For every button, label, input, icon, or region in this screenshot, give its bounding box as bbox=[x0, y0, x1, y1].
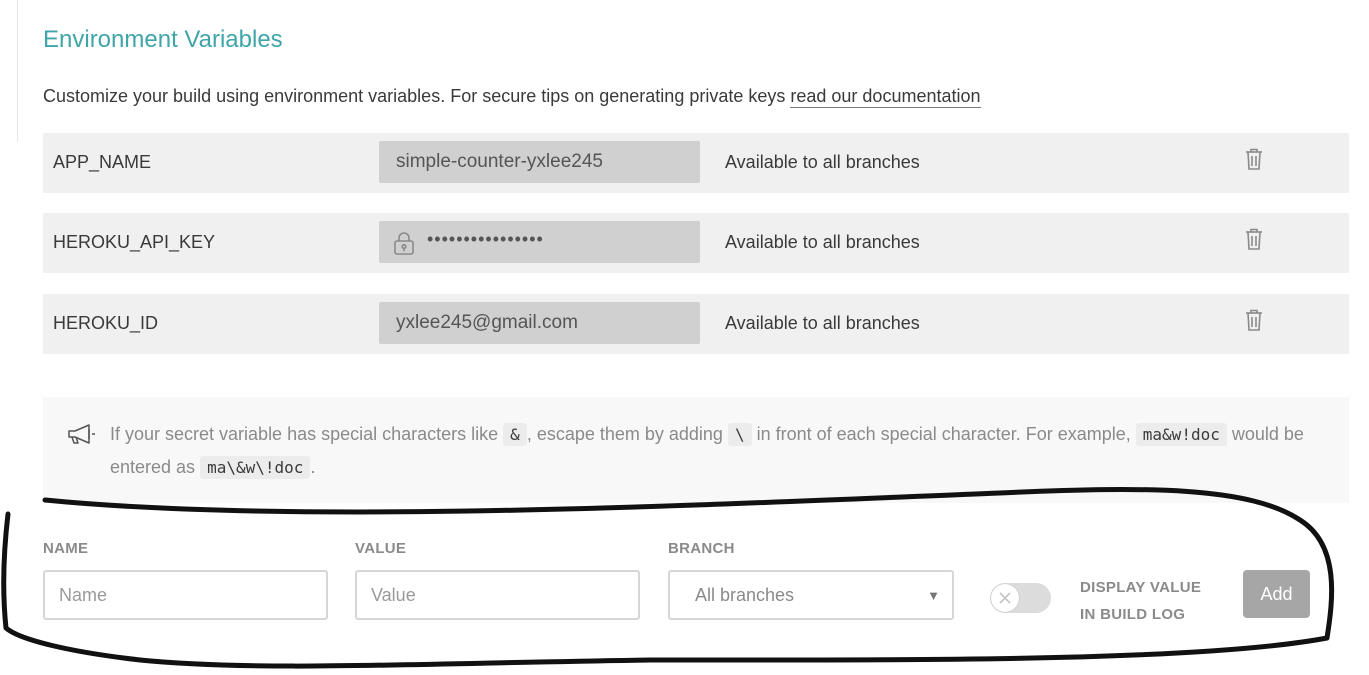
name-label: NAME bbox=[43, 540, 89, 557]
branch-select[interactable]: All branches ▼ bbox=[668, 570, 954, 620]
megaphone-icon bbox=[67, 423, 97, 445]
display-label-line1: DISPLAY VALUE bbox=[1080, 579, 1202, 596]
value-label: VALUE bbox=[355, 540, 407, 557]
env-var-value: simple-counter-yxlee245 bbox=[379, 141, 700, 183]
section-description: Customize your build using environment v… bbox=[43, 86, 981, 108]
env-var-row: HEROKU_API_KEY •••••••••••••••• Availabl… bbox=[43, 213, 1349, 273]
env-var-name: HEROKU_ID bbox=[53, 313, 159, 333]
notice-text: If your secret variable has special char… bbox=[110, 418, 1330, 484]
env-var-branch: Available to all branches bbox=[725, 152, 920, 172]
section-title: Environment Variables bbox=[43, 26, 283, 53]
display-value-label: DISPLAY VALUE IN BUILD LOG bbox=[1080, 574, 1201, 628]
lock-icon bbox=[393, 231, 415, 255]
branch-label: BRANCH bbox=[668, 540, 735, 557]
notice-text-part: . bbox=[310, 457, 316, 477]
env-var-value-text: yxlee245@gmail.com bbox=[396, 312, 578, 333]
special-characters-notice: If your secret variable has special char… bbox=[43, 397, 1349, 503]
env-var-masked-value: •••••••••••••••• bbox=[427, 229, 544, 249]
section-left-rule bbox=[17, 0, 18, 142]
description-text: Customize your build using environment v… bbox=[43, 86, 791, 106]
toggle-knob bbox=[991, 584, 1019, 612]
display-label-line2: IN BUILD LOG bbox=[1080, 606, 1186, 623]
display-value-toggle[interactable] bbox=[990, 583, 1051, 613]
add-button[interactable]: Add bbox=[1243, 570, 1310, 618]
env-var-branch: Available to all branches bbox=[725, 232, 920, 252]
notice-text-part: in front of each special character. For … bbox=[751, 424, 1136, 444]
env-var-value-text: simple-counter-yxlee245 bbox=[396, 151, 603, 172]
value-input[interactable] bbox=[355, 570, 640, 620]
env-var-value: •••••••••••••••• bbox=[379, 221, 700, 263]
inline-code: ma\&w\!doc bbox=[200, 456, 311, 479]
notice-text-part: , escape them by adding bbox=[526, 424, 728, 444]
inline-code: ma&w!doc bbox=[1135, 423, 1227, 446]
inline-code: \ bbox=[727, 423, 752, 446]
close-icon bbox=[999, 592, 1011, 604]
env-var-row: APP_NAME simple-counter-yxlee245 Availab… bbox=[43, 133, 1349, 193]
trash-icon[interactable] bbox=[1244, 147, 1264, 171]
trash-icon[interactable] bbox=[1244, 308, 1264, 332]
env-var-value: yxlee245@gmail.com bbox=[379, 302, 700, 344]
env-var-branch: Available to all branches bbox=[725, 313, 920, 333]
caret-down-icon: ▼ bbox=[927, 588, 940, 603]
notice-text-part: If your secret variable has special char… bbox=[110, 424, 504, 444]
trash-icon[interactable] bbox=[1244, 227, 1264, 251]
env-var-name: APP_NAME bbox=[53, 152, 152, 172]
name-input[interactable] bbox=[43, 570, 328, 620]
branch-select-value: All branches bbox=[695, 585, 795, 605]
env-var-name: HEROKU_API_KEY bbox=[53, 232, 216, 252]
documentation-link[interactable]: read our documentation bbox=[790, 86, 981, 108]
inline-code: & bbox=[503, 423, 527, 446]
env-var-row: HEROKU_ID yxlee245@gmail.com Available t… bbox=[43, 294, 1349, 354]
